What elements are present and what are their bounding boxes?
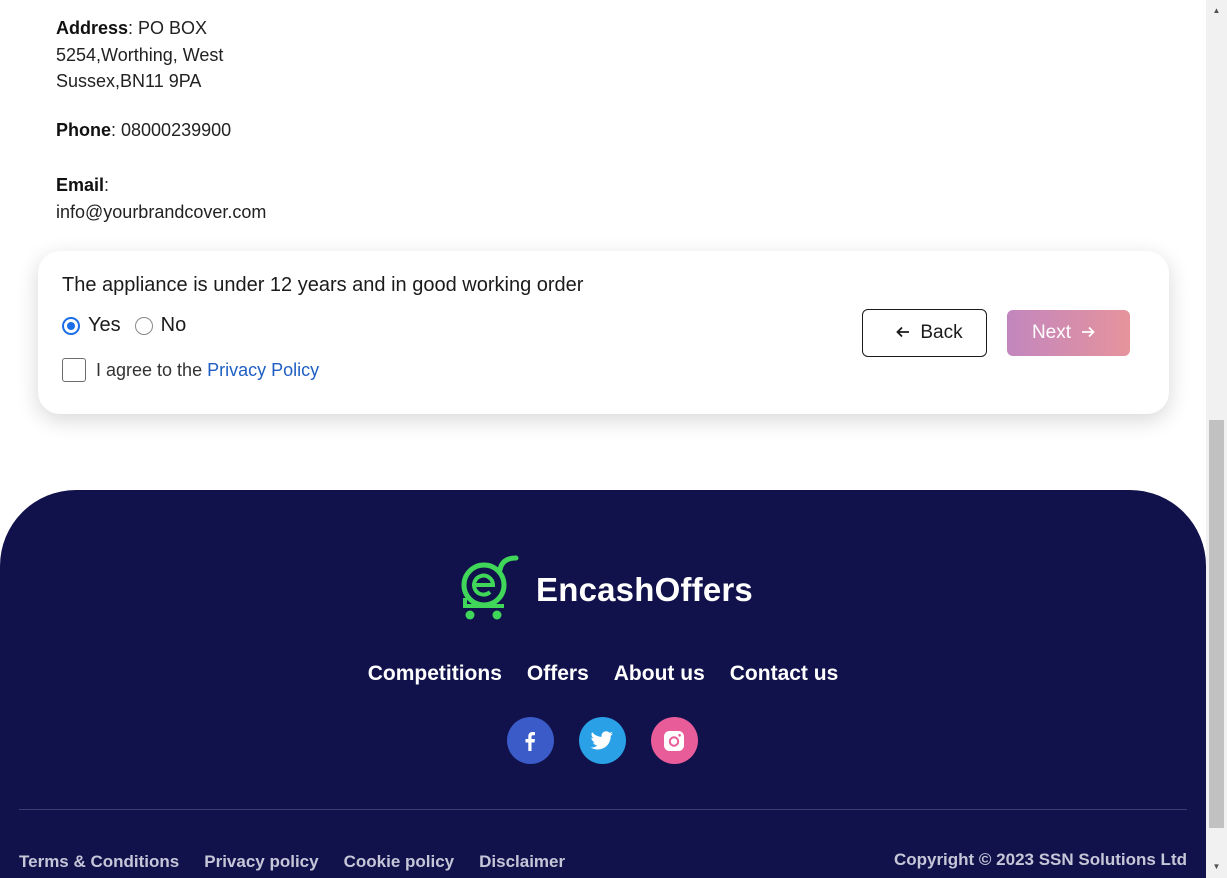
next-label: Next: [1031, 322, 1072, 343]
email-label: Email: [56, 175, 105, 195]
address-label: Address: [56, 18, 129, 38]
page: Address: PO BOX 5254,Worthing, West Suss…: [0, 0, 1206, 878]
contact-address: Address: PO BOX 5254,Worthing, West Suss…: [56, 15, 256, 95]
facebook-icon[interactable]: [506, 717, 554, 764]
scroll-up-arrow-icon[interactable]: ▲: [1206, 2, 1227, 19]
contact-card: Address: PO BOX 5254,Worthing, West Suss…: [38, 0, 1169, 250]
privacy-policy-link[interactable]: Privacy Policy: [207, 360, 319, 381]
footer-divider: [19, 809, 1187, 810]
footer-nav: Competitions Offers About us Contact us: [0, 662, 1206, 686]
radio-yes[interactable]: [62, 316, 80, 335]
social-links: [0, 717, 1205, 764]
next-button[interactable]: Next: [1007, 310, 1130, 356]
nav-about-us[interactable]: About us: [614, 662, 705, 686]
cart-logo-icon: [460, 552, 520, 627]
phone-value: : 08000239900: [111, 120, 232, 140]
cookie-policy-link[interactable]: Cookie policy: [344, 852, 455, 872]
privacy-agreement: I agree to the Privacy Policy: [62, 358, 319, 382]
arrow-left-icon: [896, 323, 910, 343]
back-button[interactable]: Back: [862, 309, 987, 357]
scrollbar-thumb[interactable]: [1209, 420, 1224, 828]
question-text: The appliance is under 12 years and in g…: [62, 274, 584, 296]
instagram-icon[interactable]: [650, 717, 698, 764]
question-panel: The appliance is under 12 years and in g…: [38, 251, 1169, 414]
radio-no[interactable]: [134, 316, 153, 335]
nav-competitions[interactable]: Competitions: [368, 662, 502, 686]
back-label: Back: [920, 322, 963, 343]
contact-email: Email: info@yourbrandcover.com: [56, 172, 286, 225]
phone-label: Phone: [56, 120, 112, 140]
nav-contact-us[interactable]: Contact us: [730, 662, 839, 686]
contact-phone: Phone: 08000239900: [56, 117, 231, 144]
email-colon: :: [104, 175, 110, 195]
terms-link[interactable]: Terms & Conditions: [19, 852, 179, 872]
arrow-right-icon: [1081, 323, 1095, 343]
disclaimer-link[interactable]: Disclaimer: [479, 852, 565, 872]
nav-offers[interactable]: Offers: [527, 662, 589, 686]
email-value: info@yourbrandcover.com: [56, 201, 267, 222]
vertical-scrollbar[interactable]: ▲ ▼: [1206, 0, 1227, 878]
copyright: Copyright © 2023 SSN Solutions Ltd: [893, 850, 1187, 869]
radio-yes-label[interactable]: Yes: [88, 314, 121, 337]
brand-logo[interactable]: EncashOffers: [460, 552, 753, 627]
answer-radio-group: Yes No: [62, 314, 200, 337]
footer: EncashOffers Competitions Offers About u…: [0, 490, 1206, 878]
twitter-icon[interactable]: [578, 717, 626, 764]
radio-no-label[interactable]: No: [161, 314, 187, 337]
legal-links: Terms & Conditions Privacy policy Cookie…: [19, 852, 565, 872]
brand-name: EncashOffers: [536, 570, 753, 608]
privacy-policy-footer-link[interactable]: Privacy policy: [204, 852, 318, 872]
privacy-checkbox[interactable]: [62, 358, 86, 382]
agree-text: I agree to the: [96, 359, 203, 380]
scroll-down-arrow-icon[interactable]: ▼: [1206, 858, 1227, 875]
